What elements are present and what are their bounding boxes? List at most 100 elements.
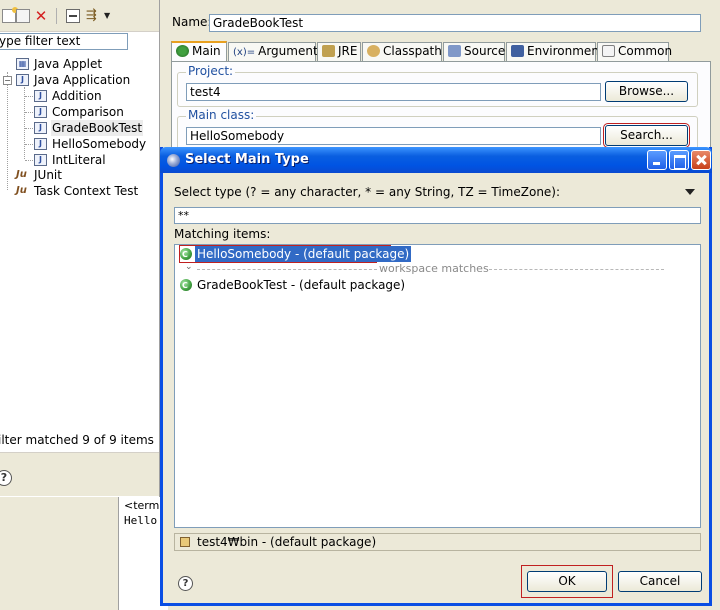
package-icon — [180, 537, 190, 547]
filter-input[interactable]: ype filter text — [0, 33, 128, 50]
list-item-label: HelloSomebody - (default package) — [195, 246, 412, 262]
main-class-field[interactable]: HelloSomebody — [186, 127, 601, 145]
tree-item-label: GradeBookTest — [51, 120, 144, 136]
tree-line — [7, 72, 8, 190]
java-app-config-icon: J — [34, 90, 47, 102]
separator-line — [489, 269, 664, 270]
config-tabs: Main (x)= Arguments JRE Classpath Source … — [171, 41, 711, 62]
main-tab-body: Project: test4 Browse... Main class: Hel… — [171, 61, 711, 161]
java-app-config-icon: J — [34, 154, 47, 166]
tab-common[interactable]: Common — [597, 42, 673, 61]
chevron-down-icon: ⌄ — [185, 262, 193, 272]
browse-button[interactable]: Browse... — [605, 81, 688, 102]
tree-item-label: Java Application — [34, 73, 131, 87]
type-pattern-input[interactable]: ** — [174, 207, 701, 224]
cancel-button[interactable]: Cancel — [618, 571, 702, 592]
tab-environment[interactable]: Environment — [506, 42, 604, 61]
tab-main-label: Main — [192, 44, 221, 58]
tree-item-label: Addition — [52, 89, 102, 103]
help-icon[interactable]: ? — [0, 470, 12, 486]
tree-line — [25, 160, 33, 161]
tree-item-label: IntLiteral — [52, 153, 106, 167]
tab-source[interactable]: Source — [443, 42, 505, 61]
junit-icon: Ju — [16, 169, 27, 180]
list-item-label: GradeBookTest - (default package) — [197, 278, 406, 292]
config-type-tree: ▦ Java Applet − J Java Application J Add… — [0, 56, 158, 236]
duplicate-config-icon[interactable] — [16, 9, 30, 23]
tab-jre[interactable]: JRE — [317, 42, 361, 61]
common-tab-icon — [602, 45, 615, 57]
class-with-main-icon — [180, 278, 192, 294]
tree-item-label: JUnit — [34, 168, 62, 182]
java-app-icon: J — [16, 74, 29, 86]
console-title: <termi — [124, 499, 163, 512]
select-type-label: Select type (? = any character, * = any … — [174, 185, 561, 199]
left-bottom-bar: ? — [0, 452, 159, 496]
matching-items-list: HelloSomebody - (default package) ⌄ work… — [174, 244, 701, 528]
search-button[interactable]: Search... — [603, 123, 690, 148]
java-app-config-icon: J — [34, 138, 47, 150]
tree-item-label: HelloSomebody — [52, 137, 147, 151]
name-label: Name: — [172, 15, 212, 29]
separator-line — [197, 269, 377, 270]
package-status-text: test4₩bin - (default package) — [197, 535, 377, 549]
tab-source-label: Source — [464, 44, 506, 58]
separator-text: workspace matches — [377, 262, 491, 275]
applet-icon: ▦ — [16, 58, 29, 70]
list-item-gradebooktest[interactable]: GradeBookTest - (default package) — [180, 277, 405, 294]
tree-item-label: Java Applet — [34, 57, 103, 71]
collapse-icon[interactable]: − — [3, 76, 12, 85]
config-toolbar: ✕ ⇶ ▼ — [0, 0, 159, 32]
select-main-type-dialog: Select Main Type Select type (? = any ch… — [160, 147, 712, 606]
java-app-config-icon: J — [34, 122, 47, 134]
tree-item-label: Task Context Test — [34, 184, 139, 198]
dialog-titlebar[interactable]: Select Main Type — [160, 147, 712, 173]
class-with-main-icon — [180, 247, 192, 263]
tree-line — [24, 87, 25, 159]
tab-common-label: Common — [618, 44, 673, 58]
tab-arguments[interactable]: (x)= Arguments — [228, 42, 324, 61]
tree-line — [25, 96, 33, 97]
main-class-label: Main class: — [186, 108, 257, 122]
filter-icon[interactable]: ⇶ — [86, 9, 100, 23]
list-item-hellosomebody[interactable]: HelloSomebody - (default package) — [179, 245, 412, 263]
config-name-field[interactable]: GradeBookTest — [209, 14, 701, 32]
environment-tab-icon — [511, 45, 524, 57]
tree-item-label: Comparison — [52, 105, 124, 119]
workspace-matches-separator: ⌄ workspace matches — [181, 262, 669, 276]
project-field[interactable]: test4 — [186, 83, 601, 101]
jre-tab-icon — [322, 45, 335, 57]
delete-config-icon[interactable]: ✕ — [34, 9, 48, 24]
main-tab-icon — [176, 45, 189, 57]
minimize-icon[interactable] — [647, 150, 667, 170]
console-output: Hello — [124, 514, 158, 527]
tab-classpath[interactable]: Classpath — [362, 42, 442, 61]
classpath-tab-icon — [367, 45, 380, 57]
maximize-icon[interactable] — [669, 150, 689, 170]
java-app-config-icon: J — [34, 106, 47, 118]
project-label: Project: — [186, 64, 236, 78]
tab-classpath-label: Classpath — [383, 44, 442, 58]
chevron-down-icon[interactable] — [685, 189, 695, 195]
dialog-title: Select Main Type — [185, 152, 309, 167]
ok-button[interactable]: OK — [527, 571, 607, 592]
tab-arguments-label: Arguments — [258, 44, 324, 58]
arguments-tab-icon: (x)= — [233, 47, 256, 58]
tab-environment-label: Environment — [527, 44, 604, 58]
toolbar-divider — [56, 8, 57, 24]
launch-config-panel: ✕ ⇶ ▼ ype filter text ▦ Java Applet − J … — [0, 0, 160, 497]
matching-items-label: Matching items: — [174, 227, 271, 241]
collapse-all-icon[interactable] — [66, 9, 80, 23]
package-status-bar: test4₩bin - (default package) — [174, 533, 701, 551]
eclipse-icon — [167, 154, 180, 167]
view-menu-chevron-down-icon[interactable]: ▼ — [104, 9, 112, 23]
tree-line — [25, 128, 33, 129]
new-config-icon[interactable] — [2, 7, 18, 23]
tree-line — [25, 112, 33, 113]
tab-jre-label: JRE — [338, 44, 358, 58]
help-icon[interactable]: ? — [178, 576, 193, 591]
task-context-icon: Ju — [16, 185, 27, 196]
tab-main[interactable]: Main — [171, 41, 227, 62]
tree-line — [25, 144, 33, 145]
close-icon[interactable] — [691, 150, 711, 170]
